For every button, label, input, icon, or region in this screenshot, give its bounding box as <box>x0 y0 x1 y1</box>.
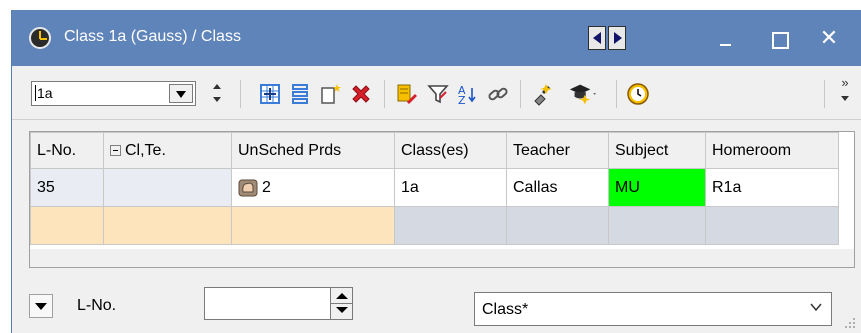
minimize-button[interactable] <box>705 26 745 52</box>
grid-settings-icon[interactable] <box>256 80 284 108</box>
column-header-teacher[interactable]: Teacher <box>506 132 609 169</box>
filter-icon[interactable] <box>424 80 452 108</box>
toolbar: 1a AZ » <box>12 66 861 120</box>
toolbar-separator <box>240 80 241 108</box>
filter-spin-divider <box>330 303 353 304</box>
previous-element-button[interactable] <box>588 26 606 50</box>
new-row[interactable] <box>30 206 839 245</box>
filter-value-input[interactable] <box>204 287 331 320</box>
cell-homeroom[interactable]: R1a <box>705 168 839 207</box>
column-header-lno[interactable]: L-No. <box>30 132 104 169</box>
cell-lno[interactable]: 35 <box>30 168 104 207</box>
class-select-value: Class* <box>482 301 529 318</box>
toolbar-separator <box>824 80 825 108</box>
new-cell-lno[interactable] <box>30 206 104 245</box>
svg-text:Z: Z <box>458 94 466 106</box>
toolbar-separator <box>384 80 385 108</box>
list-icon[interactable] <box>286 80 314 108</box>
grid-empty-area <box>30 249 854 267</box>
lesson-window: Class 1a (Gauss) / Class ✕ 1a A Z » L-No… <box>11 10 861 333</box>
next-element-button[interactable] <box>608 26 626 50</box>
cell-clte[interactable] <box>103 168 232 207</box>
table-row[interactable]: 35 2 1a Callas MU R1a <box>30 168 839 207</box>
clock-icon[interactable] <box>624 80 652 108</box>
resize-grip-icon[interactable] <box>844 317 856 329</box>
cell-unsched-value: 2 <box>262 178 271 196</box>
overflow-glyph: » <box>841 75 849 90</box>
plugin-icon[interactable] <box>528 80 556 108</box>
link-icon[interactable] <box>484 80 512 108</box>
class-select[interactable]: Class* <box>474 292 832 326</box>
edit-icon[interactable] <box>393 80 421 108</box>
column-header-unsched[interactable]: UnSched Prds <box>231 132 395 169</box>
new-cell-homeroom[interactable] <box>705 206 839 245</box>
column-header-homeroom[interactable]: Homeroom <box>705 132 839 169</box>
column-header-subject[interactable]: Subject <box>608 132 706 169</box>
new-cell-clte[interactable] <box>103 206 232 245</box>
collapse-icon[interactable] <box>110 144 121 156</box>
element-combo[interactable]: 1a <box>31 81 196 106</box>
new-cell-classes[interactable] <box>394 206 507 245</box>
new-cell-subject[interactable] <box>608 206 706 245</box>
filter-bar: L-No. Class* <box>12 268 861 333</box>
filter-field-label: L-No. <box>77 297 117 314</box>
sort-icon[interactable]: AZ <box>454 80 482 108</box>
toolbar-separator <box>616 80 617 108</box>
filter-field-dropdown-button[interactable] <box>29 294 53 318</box>
cell-teacher[interactable]: Callas <box>506 168 609 207</box>
chevron-down-icon <box>810 303 822 312</box>
toolbar-overflow-button[interactable]: » <box>835 76 855 116</box>
untis-clock-icon <box>29 27 51 49</box>
new-cell-unsched[interactable] <box>231 206 395 245</box>
cell-classes[interactable]: 1a <box>394 168 507 207</box>
lessons-grid: L-No. Cl,Te. UnSched Prds Class(es) Teac… <box>29 131 855 268</box>
new-cell-teacher[interactable] <box>506 206 609 245</box>
close-button[interactable]: ✕ <box>809 26 849 52</box>
element-navigation <box>588 26 626 50</box>
column-header-clte-label: Cl,Te. <box>125 141 166 159</box>
window-title: Class 1a (Gauss) / Class <box>64 28 241 45</box>
delete-icon[interactable] <box>347 80 375 108</box>
element-combo-dropdown-button[interactable] <box>169 84 193 103</box>
table-header-row: L-No. Cl,Te. UnSched Prds Class(es) Teac… <box>30 132 839 169</box>
maximize-button[interactable] <box>758 26 798 52</box>
lessons-table: L-No. Cl,Te. UnSched Prds Class(es) Teac… <box>30 132 839 245</box>
column-header-clte[interactable]: Cl,Te. <box>103 132 232 169</box>
title-bar[interactable]: Class 1a (Gauss) / Class ✕ <box>12 10 861 66</box>
cell-unsched[interactable]: 2 <box>231 168 395 207</box>
hand-icon <box>238 179 258 196</box>
teacher-hat-icon[interactable] <box>568 80 596 108</box>
toolbar-separator <box>520 80 521 108</box>
element-combo-value: 1a <box>35 85 53 101</box>
column-header-classes[interactable]: Class(es) <box>394 132 507 169</box>
new-icon[interactable] <box>317 80 345 108</box>
cell-subject[interactable]: MU <box>608 168 706 207</box>
element-spin-icon[interactable] <box>212 83 222 105</box>
